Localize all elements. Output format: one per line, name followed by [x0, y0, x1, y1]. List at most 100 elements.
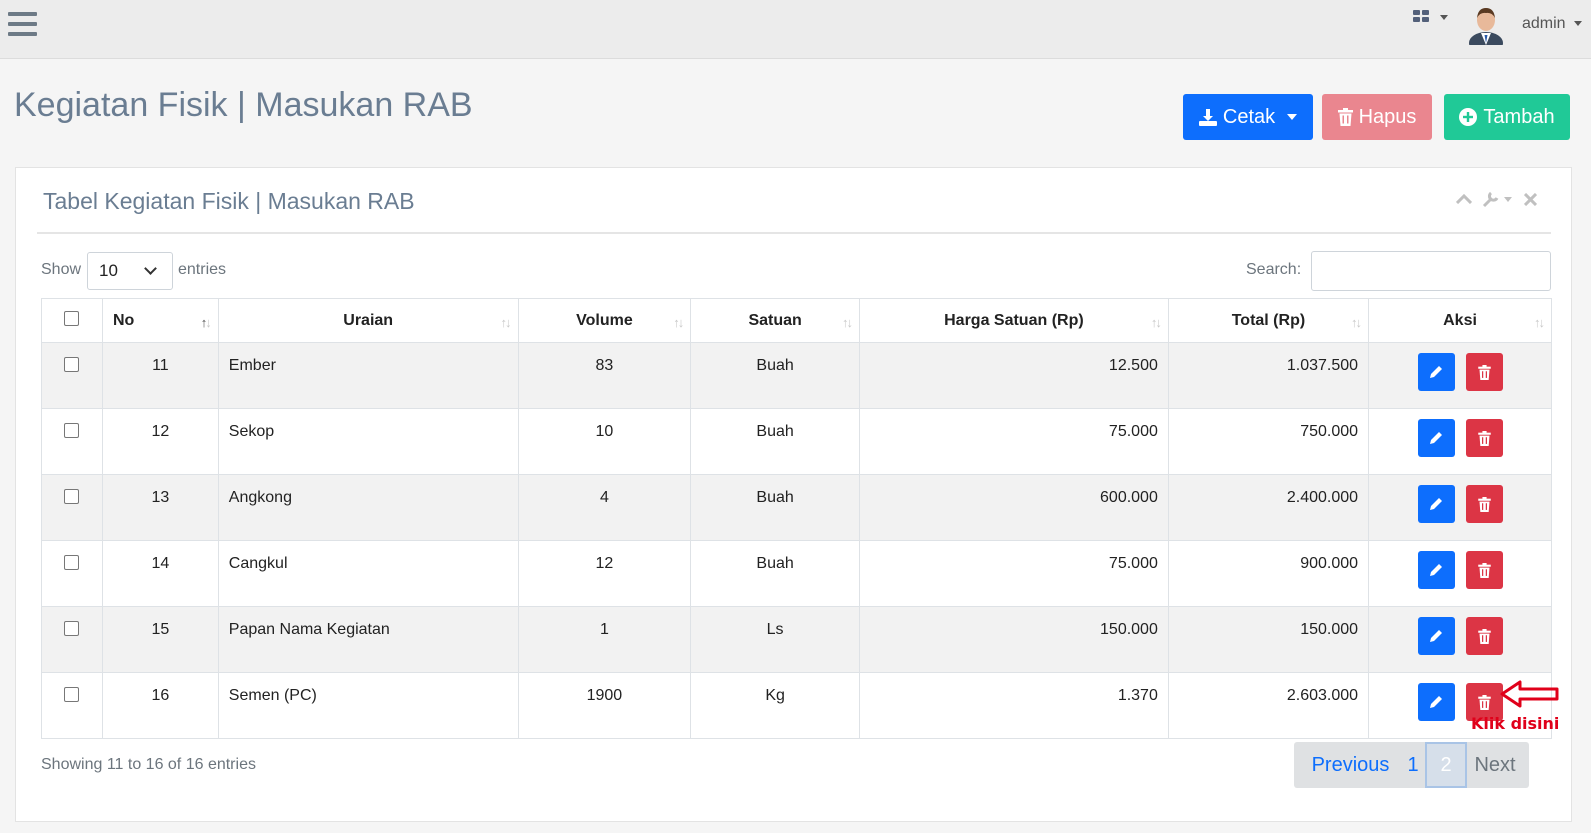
cell-total: 1.037.500 — [1167, 342, 1370, 409]
sort-icon: ↑↓ — [1351, 315, 1362, 330]
cell-harga: 75.000 — [858, 408, 1169, 475]
table-header-row: No ↑↓ Uraian ↑↓ Volume ↑↓ Satuan ↑↓ Harga Sa… — [41, 298, 1552, 343]
trash-icon — [1477, 628, 1491, 644]
header-no-label: No — [112, 311, 135, 329]
menu-toggle-icon[interactable] — [8, 12, 37, 36]
search-input[interactable] — [1311, 251, 1551, 291]
header-no[interactable]: No ↑↓ — [101, 298, 219, 343]
row-select-cell — [41, 474, 103, 541]
cell-volume: 1 — [517, 606, 692, 673]
header-aksi[interactable]: Aksi ↑↓ — [1368, 298, 1552, 343]
row-checkbox[interactable] — [64, 621, 80, 636]
user-avatar[interactable] — [1469, 5, 1503, 45]
trash-icon — [1477, 430, 1491, 446]
header-satuan[interactable]: Satuan ↑↓ — [690, 298, 860, 343]
cell-satuan: Buah — [690, 342, 860, 409]
page-title: Kegiatan Fisik | Masukan RAB — [14, 86, 473, 124]
header-satuan-label: Satuan — [748, 311, 802, 329]
header-uraian-label: Uraian — [343, 311, 394, 329]
cetak-button[interactable]: Cetak — [1183, 94, 1313, 140]
delete-button[interactable] — [1465, 551, 1503, 589]
table-row: 16 Semen (PC) 1900 Kg 1.370 2.603.000 — [41, 672, 1552, 739]
cell-no: 14 — [101, 540, 219, 607]
cell-volume: 4 — [517, 474, 692, 541]
page-2-button[interactable]: 2 — [1425, 742, 1467, 788]
top-navbar: admin — [0, 0, 1591, 59]
chevron-up-icon[interactable] — [1456, 194, 1472, 204]
tambah-button[interactable]: Tambah — [1444, 94, 1570, 140]
caret-down-icon[interactable] — [1504, 197, 1512, 202]
select-all-checkbox[interactable] — [64, 310, 80, 326]
caret-down-icon — [1573, 21, 1582, 27]
delete-button[interactable] — [1465, 353, 1503, 391]
divider — [37, 232, 1551, 234]
user-menu[interactable]: admin — [1522, 15, 1582, 33]
cell-aksi — [1368, 540, 1552, 607]
pencil-icon — [1430, 498, 1443, 510]
row-select-cell — [41, 540, 103, 607]
pagination: Previous 1 2 Next — [1294, 742, 1529, 788]
hapus-button[interactable]: Hapus — [1322, 94, 1432, 140]
entries-select[interactable]: 10 — [87, 252, 173, 290]
delete-button[interactable] — [1465, 419, 1503, 457]
edit-button[interactable] — [1417, 419, 1455, 457]
header-aksi-label: Aksi — [1443, 311, 1477, 329]
cell-uraian: Sekop — [217, 408, 519, 475]
trash-icon — [1477, 694, 1491, 710]
row-checkbox[interactable] — [64, 687, 80, 702]
cetak-label: Cetak — [1222, 105, 1276, 128]
row-actions — [1369, 551, 1551, 589]
edit-button[interactable] — [1417, 683, 1455, 721]
cell-volume: 10 — [517, 408, 692, 475]
edit-button[interactable] — [1417, 485, 1455, 523]
header-uraian[interactable]: Uraian ↑↓ — [217, 298, 519, 343]
table-row: 12 Sekop 10 Buah 75.000 750.000 — [41, 408, 1552, 475]
entries-select-value: 10 — [99, 261, 118, 280]
header-total[interactable]: Total (Rp) ↑↓ — [1167, 298, 1370, 343]
search-label: Search: — [1246, 261, 1302, 278]
edit-button[interactable] — [1417, 617, 1455, 655]
caret-down-icon — [1440, 15, 1448, 20]
row-select-cell — [41, 672, 103, 739]
previous-page-button[interactable]: Previous — [1294, 742, 1401, 788]
cell-aksi — [1368, 606, 1552, 673]
page-1-button[interactable]: 1 — [1401, 742, 1425, 788]
header-total-label: Total (Rp) — [1231, 311, 1306, 329]
hapus-label: Hapus — [1358, 105, 1417, 128]
cell-satuan: Ls — [690, 606, 860, 673]
wrench-icon[interactable] — [1482, 190, 1502, 208]
next-page-button[interactable]: Next — [1467, 742, 1523, 788]
row-checkbox[interactable] — [64, 489, 80, 504]
cell-no: 12 — [101, 408, 219, 475]
edit-button[interactable] — [1417, 353, 1455, 391]
row-checkbox[interactable] — [64, 423, 80, 438]
entries-label: entries — [178, 261, 227, 278]
sort-icon: ↑↓ — [673, 315, 684, 330]
select-all-header — [41, 298, 103, 343]
pencil-icon — [1430, 696, 1443, 708]
annotation-label: Klik disini — [1471, 714, 1560, 733]
username-label: admin — [1522, 15, 1566, 32]
cell-harga: 600.000 — [858, 474, 1169, 541]
delete-button[interactable] — [1465, 617, 1503, 655]
apps-menu-button[interactable] — [1413, 10, 1453, 30]
header-harga[interactable]: Harga Satuan (Rp) ↑↓ — [858, 298, 1169, 343]
close-icon[interactable] — [1524, 193, 1537, 206]
cell-harga: 75.000 — [858, 540, 1169, 607]
cell-uraian: Papan Nama Kegiatan — [217, 606, 519, 673]
rab-table: No ↑↓ Uraian ↑↓ Volume ↑↓ Satuan ↑↓ Harga Sa… — [41, 298, 1552, 739]
delete-button[interactable] — [1465, 485, 1503, 523]
card-title: Tabel Kegiatan Fisik | Masukan RAB — [43, 188, 415, 214]
cell-volume: 83 — [517, 342, 692, 409]
cell-volume: 12 — [517, 540, 692, 607]
edit-button[interactable] — [1417, 551, 1455, 589]
header-volume[interactable]: Volume ↑↓ — [517, 298, 692, 343]
cell-satuan: Buah — [690, 474, 860, 541]
sort-asc-icon: ↑↓ — [200, 315, 212, 330]
cell-uraian: Cangkul — [217, 540, 519, 607]
plus-circle-icon — [1459, 108, 1478, 126]
header-volume-label: Volume — [576, 311, 633, 329]
table-row: 14 Cangkul 12 Buah 75.000 900.000 — [41, 540, 1552, 607]
row-checkbox[interactable] — [64, 357, 80, 372]
row-checkbox[interactable] — [64, 555, 80, 570]
